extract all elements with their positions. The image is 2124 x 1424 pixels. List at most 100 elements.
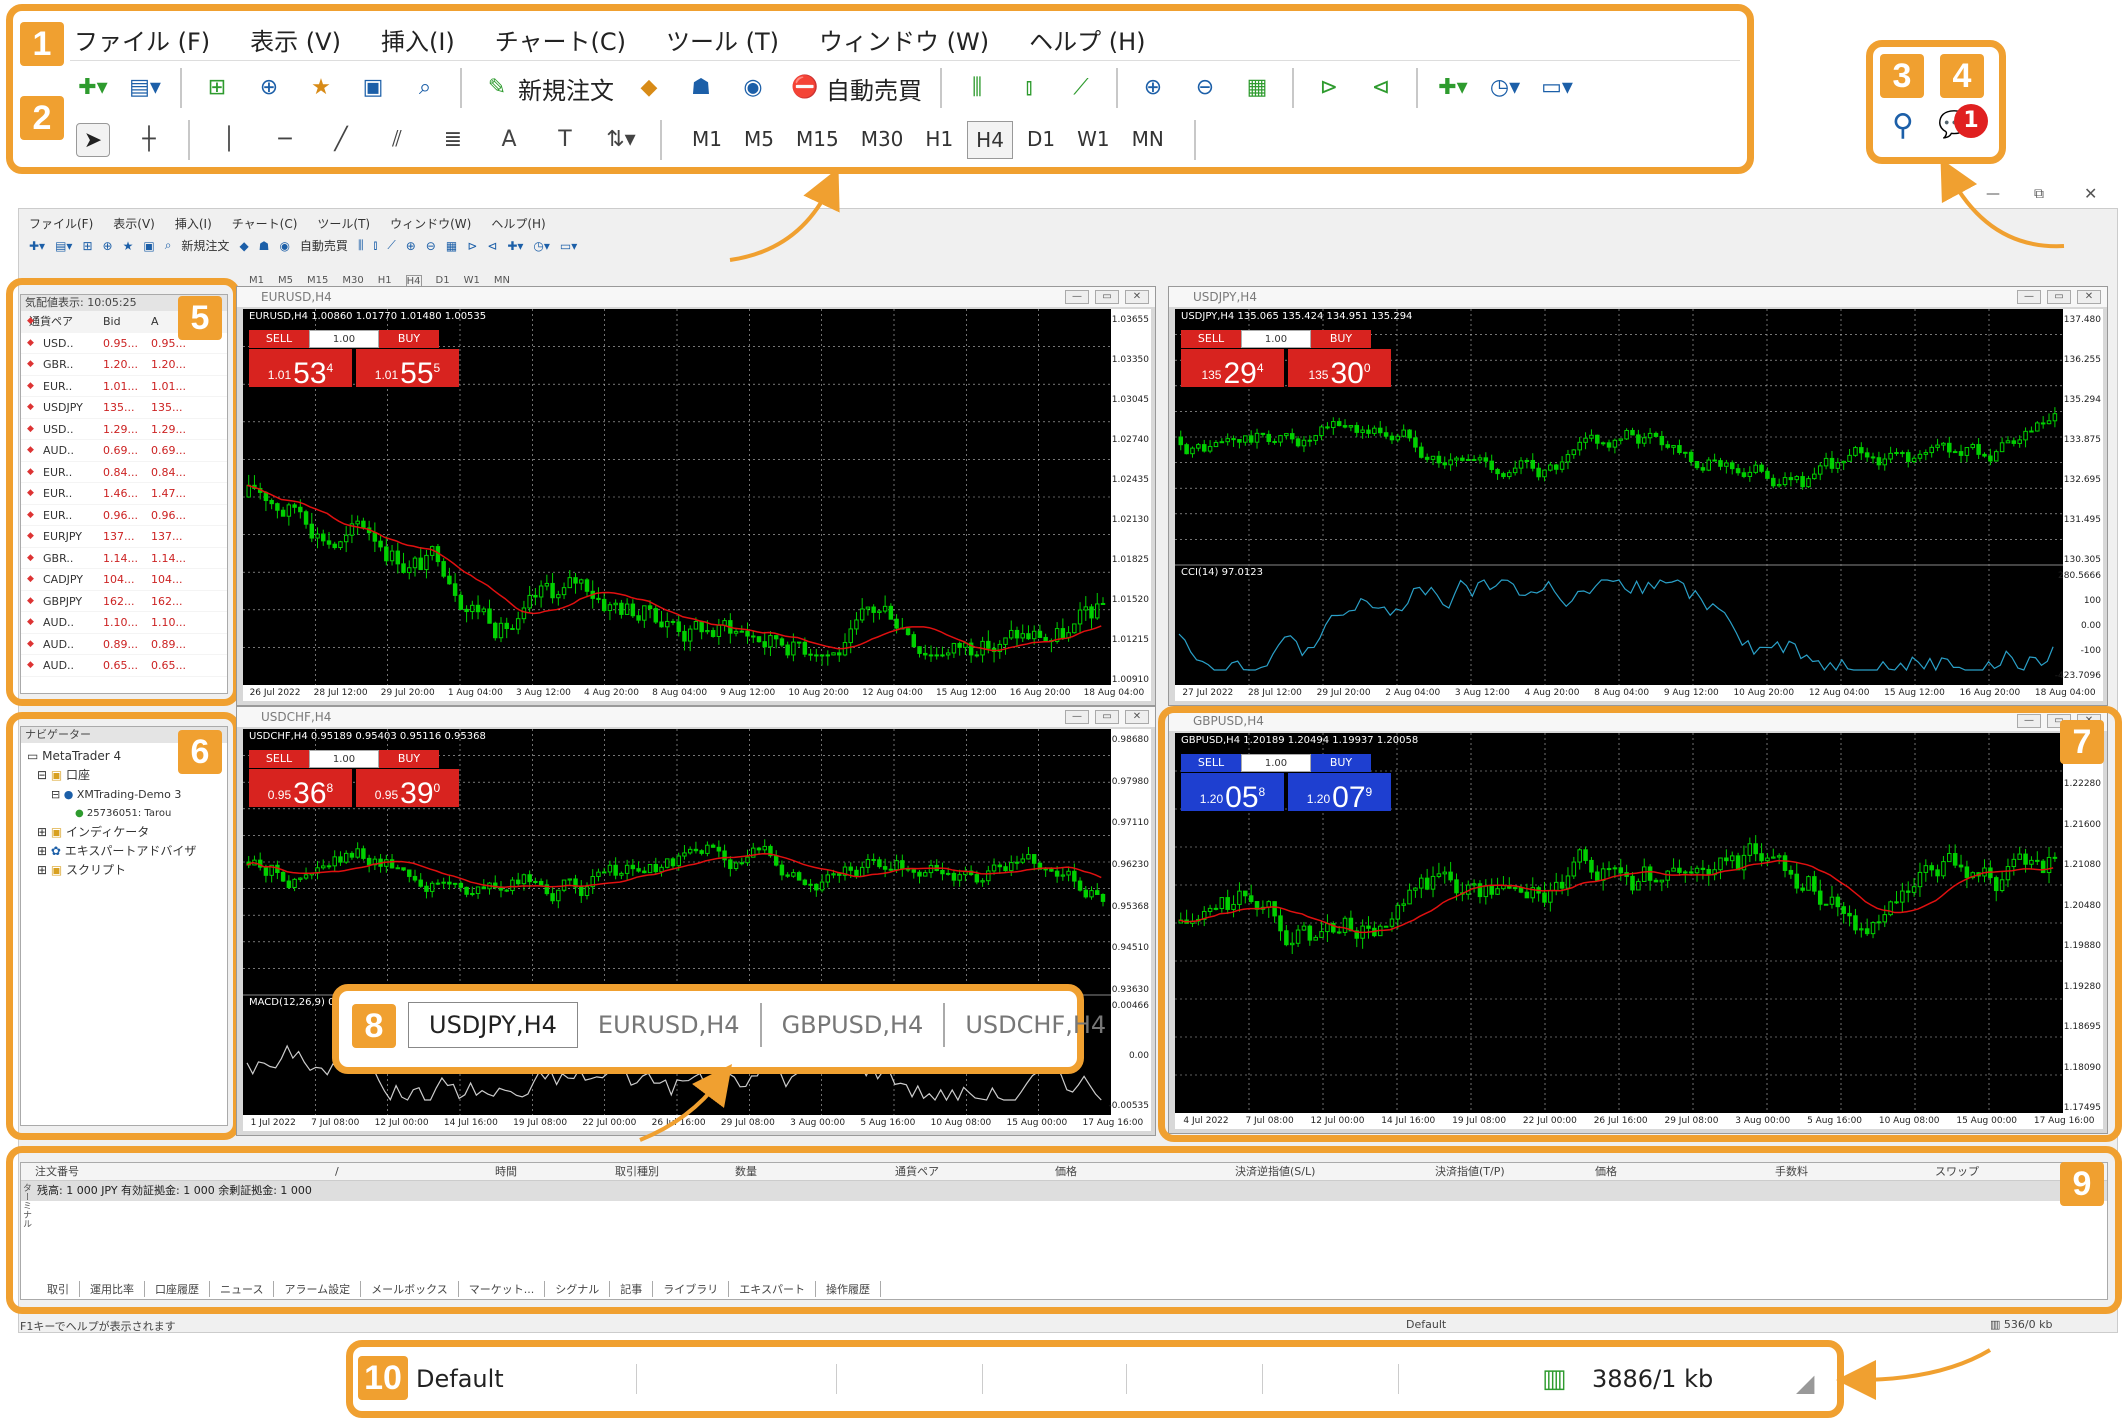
small-menu-view[interactable]: 表示(V) (113, 215, 155, 232)
chart-window[interactable]: EURUSD,H4 — ▭ ✕ EURUSD,H4 1.00860 1.01770… (236, 286, 1156, 706)
price-axis[interactable]: 0.98680 0.97980 0.97110 0.96230 0.95368 0.945… (1109, 729, 1151, 1115)
market-watch-row[interactable]: EUR.. 1.01... 1.01... (21, 376, 227, 397)
terminal-column-header[interactable]: スワップ (1921, 1163, 2061, 1180)
chart-minimize-icon[interactable]: — (1065, 710, 1089, 724)
small-line-icon[interactable]: ⟋ (387, 238, 395, 253)
small-indicators-icon[interactable]: ✚▾ (507, 239, 523, 253)
small-data-window-icon[interactable]: ⊕ (103, 239, 113, 253)
small-market-watch-icon[interactable]: ⊞ (82, 239, 92, 253)
zoom-in-icon[interactable]: ⊕ (1136, 71, 1170, 105)
chart-window[interactable]: USDJPY,H4 — ▭ ✕ USDJPY,H4 135.065 135.424… (1168, 286, 2108, 706)
zoom-out-icon[interactable]: ⊖ (1188, 71, 1222, 105)
candlestick-icon[interactable]: ⫾ (1012, 71, 1046, 105)
restore-icon[interactable]: ⧉ (2034, 186, 2044, 202)
terminal-icon[interactable]: ▣ (356, 71, 390, 105)
small-templates-icon[interactable]: ▭▾ (560, 239, 577, 253)
market-watch-row[interactable]: AUD.. 0.65... 0.65... (21, 655, 227, 677)
bar-chart-icon[interactable]: ⫼ (960, 71, 994, 105)
buy-button[interactable]: BUY (1311, 330, 1371, 348)
chart-tab-gbpusd[interactable]: GBPUSD,H4 (762, 1003, 946, 1047)
terminal-column-header[interactable]: 数量 (721, 1163, 881, 1180)
market-watch-row[interactable]: EUR.. 0.84... 0.84... (21, 462, 227, 483)
resize-grip-icon[interactable]: ◢ (1796, 1358, 1814, 1408)
search-icon[interactable]: ⚲ (1892, 108, 1914, 143)
chart-maximize-icon[interactable]: ▭ (2047, 290, 2071, 304)
terminal-tab[interactable]: 操作履歴 (816, 1281, 881, 1297)
chart-maximize-icon[interactable]: ▭ (1095, 710, 1119, 724)
line-chart-icon[interactable]: ⟋ (1064, 71, 1098, 105)
menu-tools[interactable]: ツール (T) (666, 22, 779, 57)
tf-m5[interactable]: M5 (736, 121, 782, 159)
menu-file[interactable]: ファイル (F) (74, 22, 210, 57)
terminal-tab[interactable]: エキスパート (729, 1281, 816, 1297)
small-menu-insert[interactable]: 挿入(I) (175, 215, 212, 232)
market-watch-row[interactable]: EURJPY 137... 137... (21, 526, 227, 548)
menu-view[interactable]: 表示 (V) (250, 22, 341, 57)
tile-windows-icon[interactable]: ▦ (1240, 71, 1274, 105)
horizontal-line-icon[interactable]: ─ (268, 123, 302, 157)
small-menu-charts[interactable]: チャート(C) (232, 215, 298, 232)
new-order-button[interactable]: ✎ 新規注文 (480, 71, 614, 106)
buy-price[interactable]: 1.01555 (356, 349, 459, 390)
lot-size-input[interactable]: 1.00 (1241, 330, 1311, 348)
chart-close-icon[interactable]: ✕ (2077, 290, 2101, 304)
nav-scripts[interactable]: ⊞ ▣ スクリプト (27, 861, 227, 880)
chart-area[interactable]: USDJPY,H4 135.065 135.424 134.951 135.29… (1175, 309, 2103, 701)
tf-m30[interactable]: M30 (853, 121, 912, 159)
market-watch-row[interactable]: USD.. 1.29... 1.29... (21, 419, 227, 440)
terminal-column-header[interactable]: 手数料 (1761, 1163, 1921, 1180)
small-menu-tools[interactable]: ツール(T) (317, 215, 370, 232)
small-editor-icon[interactable]: ◆ (239, 239, 248, 253)
small-vps-icon[interactable]: ◉ (279, 239, 289, 253)
time-axis[interactable]: 1 Jul 2022 7 Jul 08:00 12 Jul 00:00 14 Jul … (243, 1115, 1151, 1131)
sell-button[interactable]: SELL (249, 750, 309, 768)
buy-price[interactable]: 0.95390 (356, 769, 459, 810)
small-terminal-icon[interactable]: ▣ (143, 239, 154, 253)
small-new-order-button[interactable]: 新規注文 (181, 237, 229, 254)
nav-experts[interactable]: ⊞ ✿ エキスパートアドバイザ (27, 842, 227, 861)
small-menu-file[interactable]: ファイル(F) (29, 215, 93, 232)
small-profiles-icon[interactable]: ▤▾ (55, 239, 72, 253)
lot-size-input[interactable]: 1.00 (309, 330, 379, 348)
nav-indicators[interactable]: ⊞ ▣ インディケータ (27, 823, 227, 842)
small-menu-help[interactable]: ヘルプ(H) (491, 215, 545, 232)
trendline-icon[interactable]: ╱ (324, 123, 358, 157)
market-watch-row[interactable]: EUR.. 1.46... 1.47... (21, 483, 227, 505)
small-autoscroll-icon[interactable]: ⊲ (487, 239, 497, 253)
tf-d1[interactable]: D1 (1019, 121, 1063, 159)
nav-server[interactable]: ⊟ ● XMTrading-Demo 3 (27, 785, 227, 804)
menu-charts[interactable]: チャート(C) (495, 22, 626, 57)
terminal-column-header[interactable]: 取引種別 (601, 1163, 721, 1180)
sell-price[interactable]: 135294 (1181, 349, 1284, 390)
terminal-tab[interactable]: ニュース (210, 1281, 275, 1297)
terminal-tab[interactable]: マーケット... (459, 1281, 546, 1297)
small-shift-icon[interactable]: ⊳ (467, 239, 477, 253)
market-watch-row[interactable]: AUD.. 0.69... 0.69... (21, 440, 227, 462)
terminal-tab[interactable]: 運用比率 (80, 1281, 145, 1297)
terminal-tab[interactable]: 取引 (37, 1281, 80, 1297)
market-watch-row[interactable]: GBR.. 1.14... 1.14... (21, 548, 227, 569)
small-auto-trading-button[interactable]: 自動売買 (300, 237, 348, 254)
chart-tab-usdjpy[interactable]: USDJPY,H4 (408, 1002, 578, 1048)
data-window-icon[interactable]: ⊕ (252, 71, 286, 105)
small-menu-window[interactable]: ウィンドウ(W) (390, 215, 471, 232)
auto-scroll-icon[interactable]: ⊲ (1364, 71, 1398, 105)
chart-maximize-icon[interactable]: ▭ (1095, 290, 1119, 304)
small-candle-icon[interactable]: ⫾ (373, 238, 377, 253)
buy-button[interactable]: BUY (379, 750, 439, 768)
chart-tab-usdchf[interactable]: USDCHF,H4 (945, 1003, 1126, 1047)
small-navigator-icon[interactable]: ★ (123, 239, 134, 253)
terminal-tab[interactable]: シグナル (545, 1281, 611, 1297)
sell-price[interactable]: 0.95368 (249, 769, 352, 810)
tf-mn[interactable]: MN (1124, 121, 1172, 159)
market-watch-row[interactable]: AUD.. 0.89... 0.89... (21, 634, 227, 655)
chart-tab-eurusd[interactable]: EURUSD,H4 (578, 1003, 762, 1047)
terminal-column-header[interactable]: 時間 (481, 1163, 601, 1180)
price-axis[interactable]: 1.03655 1.03350 1.03045 1.02740 1.02435 1.021… (1111, 309, 1151, 685)
market-watch-row[interactable]: GBR.. 1.20... 1.20... (21, 354, 227, 376)
market-watch-icon[interactable]: ⊞ (200, 71, 234, 105)
terminal-tab[interactable]: メールボックス (361, 1281, 459, 1297)
equidistant-channel-icon[interactable]: ⫽ (380, 123, 414, 157)
market-watch-row[interactable]: GBPJPY 162... 162... (21, 591, 227, 612)
small-periods-icon[interactable]: ◷▾ (533, 239, 550, 253)
